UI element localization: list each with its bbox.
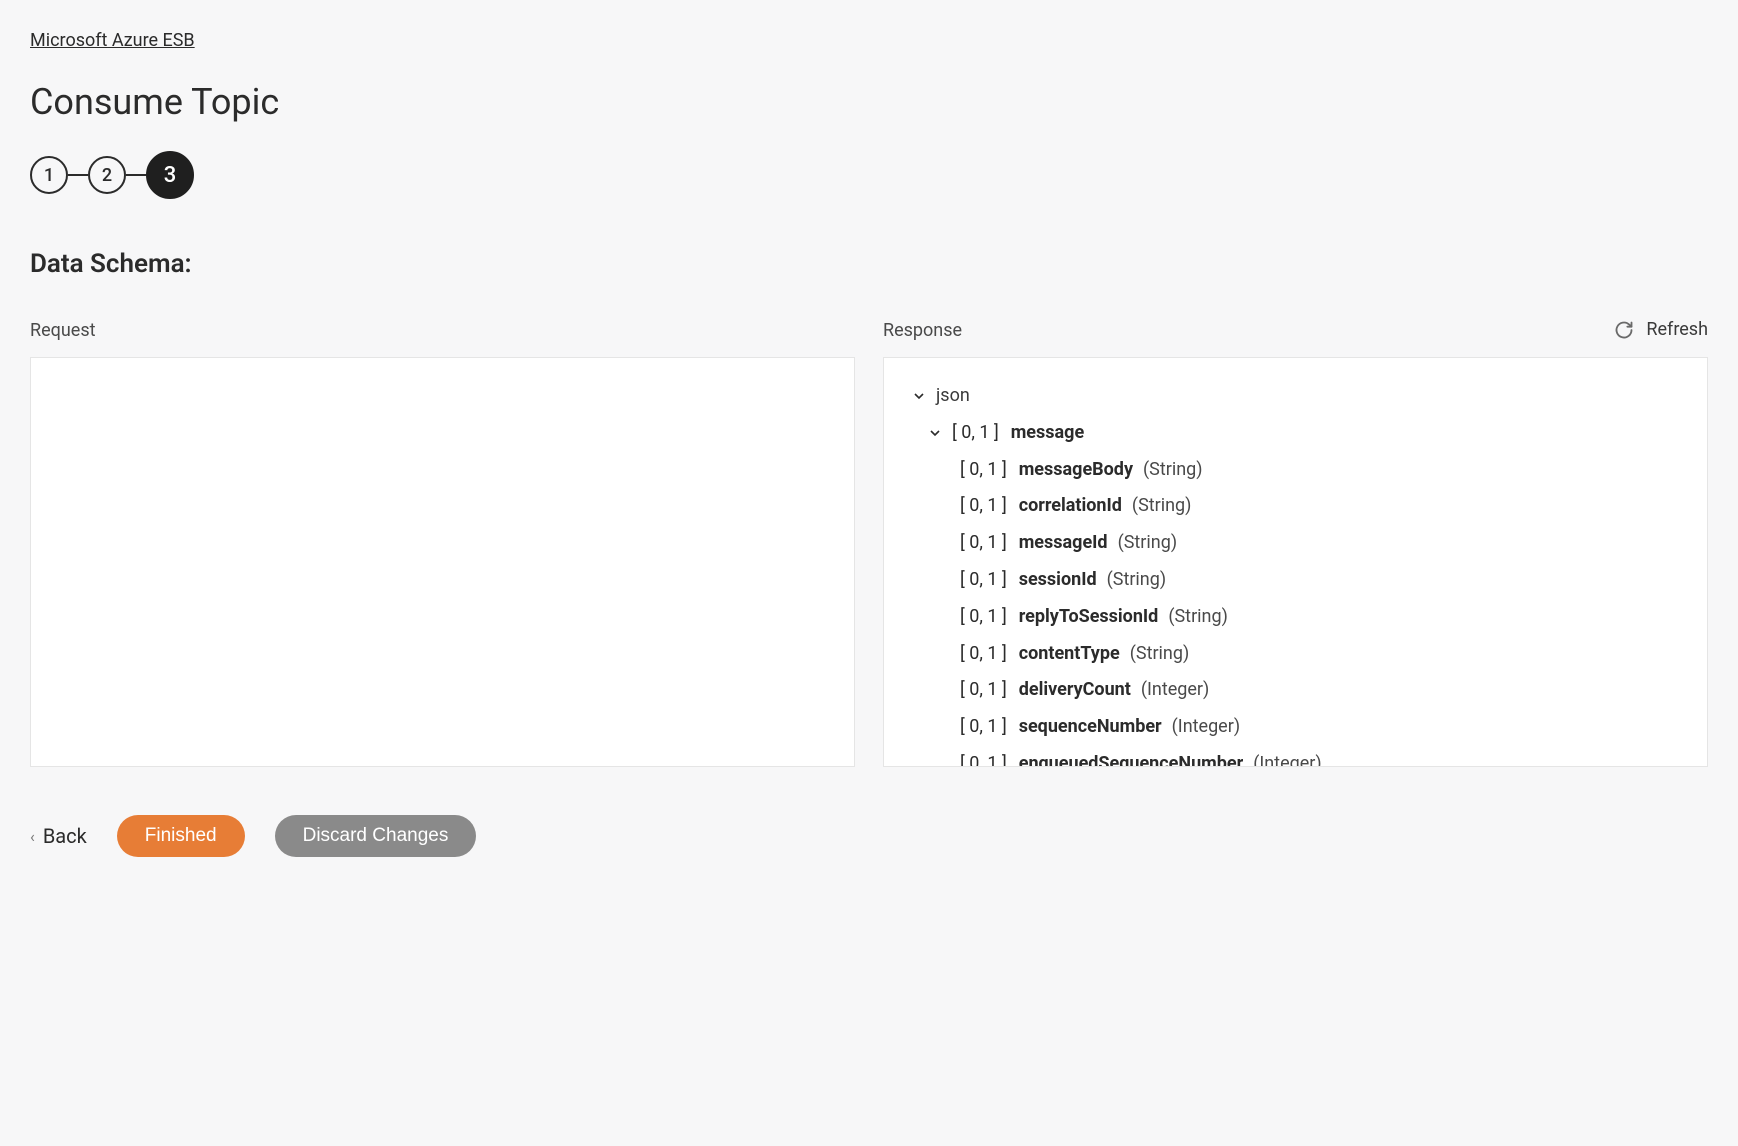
prop-name: message — [1011, 419, 1084, 448]
prop-type: (String) — [1118, 529, 1178, 558]
request-column: Request — [30, 320, 855, 767]
step-2[interactable]: 2 — [88, 156, 126, 194]
request-panel — [30, 357, 855, 767]
tree-root-label: json — [936, 382, 970, 411]
tree-leaf[interactable]: [ 0, 1 ] sessionId (String) — [912, 562, 1679, 599]
prop-name: messageId — [1019, 529, 1108, 558]
finished-button[interactable]: Finished — [117, 815, 245, 857]
chevron-down-icon — [928, 427, 942, 439]
step-1[interactable]: 1 — [30, 156, 68, 194]
response-column: Response json [ 0, 1 ] message [ 0, 1 ] … — [883, 320, 1708, 767]
tree-leaf[interactable]: [ 0, 1 ] contentType (String) — [912, 636, 1679, 673]
back-button[interactable]: ‹ Back — [30, 824, 87, 848]
discard-button[interactable]: Discard Changes — [275, 815, 477, 857]
prop-type: (String) — [1143, 456, 1203, 485]
prop-type: (String) — [1130, 640, 1190, 669]
cardinality: [ 0, 1 ] — [960, 566, 1007, 595]
section-title: Data Schema: — [30, 249, 1708, 279]
cardinality: [ 0, 1 ] — [952, 419, 999, 448]
cardinality: [ 0, 1 ] — [960, 603, 1007, 632]
tree-root[interactable]: json — [912, 378, 1679, 415]
cardinality: [ 0, 1 ] — [960, 456, 1007, 485]
tree-leaf[interactable]: [ 0, 1 ] replyToSessionId (String) — [912, 599, 1679, 636]
tree-leaf[interactable]: [ 0, 1 ] sequenceNumber (Integer) — [912, 709, 1679, 746]
step-connector — [68, 174, 88, 176]
breadcrumb-link[interactable]: Microsoft Azure ESB — [30, 30, 195, 51]
prop-name: deliveryCount — [1019, 676, 1131, 705]
prop-name: correlationId — [1019, 492, 1122, 521]
prop-name: sequenceNumber — [1019, 713, 1162, 742]
response-label: Response — [883, 320, 1708, 341]
prop-name: messageBody — [1019, 456, 1133, 485]
prop-type: (String) — [1107, 566, 1167, 595]
tree-leaf[interactable]: [ 0, 1 ] correlationId (String) — [912, 488, 1679, 525]
prop-type: (String) — [1168, 603, 1228, 632]
cardinality: [ 0, 1 ] — [960, 492, 1007, 521]
chevron-left-icon: ‹ — [30, 827, 35, 846]
step-connector — [126, 174, 146, 176]
page-title: Consume Topic — [30, 81, 1708, 123]
cardinality: [ 0, 1 ] — [960, 750, 1007, 767]
step-3[interactable]: 3 — [146, 151, 194, 199]
tree-leaf[interactable]: [ 0, 1 ] messageBody (String) — [912, 452, 1679, 489]
tree-leaf[interactable]: [ 0, 1 ] enqueuedSequenceNumber (Integer… — [912, 746, 1679, 767]
tree-leaf[interactable]: [ 0, 1 ] deliveryCount (Integer) — [912, 672, 1679, 709]
prop-name: enqueuedSequenceNumber — [1019, 750, 1243, 767]
prop-type: (Integer) — [1253, 750, 1321, 767]
chevron-down-icon — [912, 390, 926, 402]
response-panel: json [ 0, 1 ] message [ 0, 1 ] messageBo… — [883, 357, 1708, 767]
prop-name: sessionId — [1019, 566, 1097, 595]
tree-node-message[interactable]: [ 0, 1 ] message — [912, 415, 1679, 452]
prop-type: (Integer) — [1172, 713, 1240, 742]
prop-type: (String) — [1132, 492, 1192, 521]
footer: ‹ Back Finished Discard Changes — [30, 815, 1708, 857]
stepper: 1 2 3 — [30, 151, 1708, 199]
prop-name: replyToSessionId — [1019, 603, 1159, 632]
request-label: Request — [30, 320, 855, 341]
cardinality: [ 0, 1 ] — [960, 529, 1007, 558]
cardinality: [ 0, 1 ] — [960, 640, 1007, 669]
cardinality: [ 0, 1 ] — [960, 676, 1007, 705]
cardinality: [ 0, 1 ] — [960, 713, 1007, 742]
prop-name: contentType — [1019, 640, 1120, 669]
back-label: Back — [43, 824, 87, 848]
tree-leaf[interactable]: [ 0, 1 ] messageId (String) — [912, 525, 1679, 562]
prop-type: (Integer) — [1141, 676, 1209, 705]
